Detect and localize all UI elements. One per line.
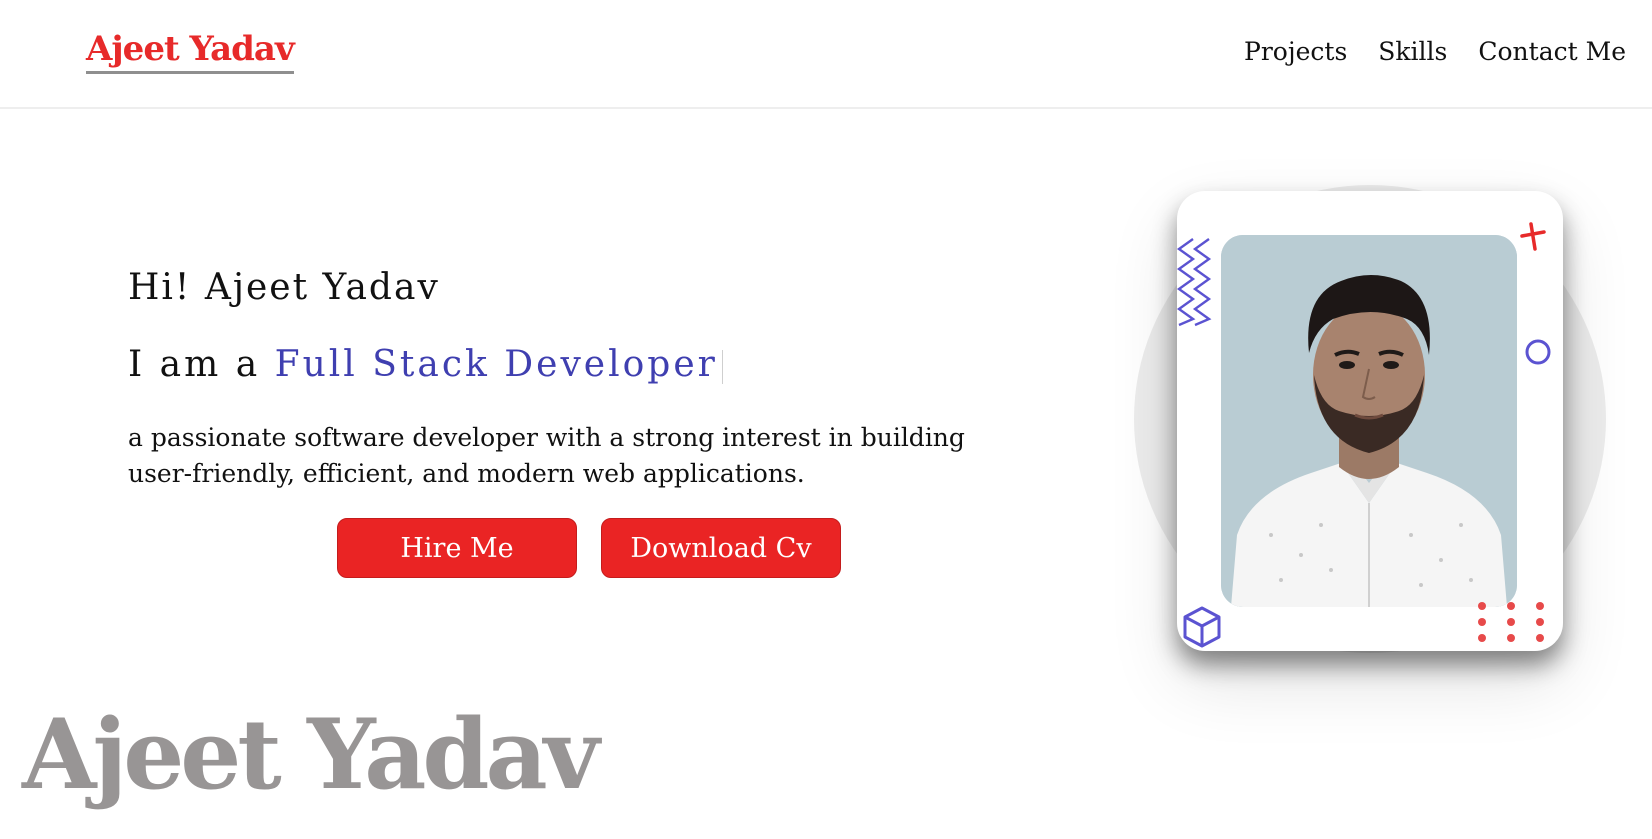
- name-watermark: Ajeet Yadav: [22, 698, 600, 811]
- cube-icon: [1183, 606, 1221, 648]
- plus-icon: [1520, 222, 1546, 251]
- nav-link-projects[interactable]: Projects: [1244, 36, 1347, 68]
- hero-greeting: Hi! Ajeet Yadav: [128, 267, 440, 308]
- circle-icon: [1525, 339, 1551, 365]
- hire-me-button[interactable]: Hire Me: [337, 518, 577, 578]
- portrait-photo: [1221, 235, 1517, 607]
- main-nav: Projects Skills Contact Me: [1244, 36, 1626, 68]
- typing-caret: [721, 350, 723, 384]
- hero-description: a passionate software developer with a s…: [128, 423, 965, 488]
- hero-role: I am a Full Stack Developer: [128, 343, 723, 387]
- nav-link-contact[interactable]: Contact Me: [1478, 36, 1626, 68]
- portrait-illustration: [1221, 235, 1517, 607]
- download-cv-button[interactable]: Download Cv: [601, 518, 841, 578]
- dots-grid-icon: [1478, 602, 1544, 642]
- role-highlight: Full Stack Developer: [274, 344, 718, 385]
- site-header: Ajeet Yadav Projects Skills Contact Me: [0, 0, 1652, 109]
- role-prefix: I am a: [128, 344, 275, 385]
- zigzag-icon: [1176, 238, 1212, 327]
- nav-link-skills[interactable]: Skills: [1378, 36, 1447, 68]
- site-logo[interactable]: Ajeet Yadav: [86, 28, 295, 74]
- profile-card: [1176, 191, 1563, 651]
